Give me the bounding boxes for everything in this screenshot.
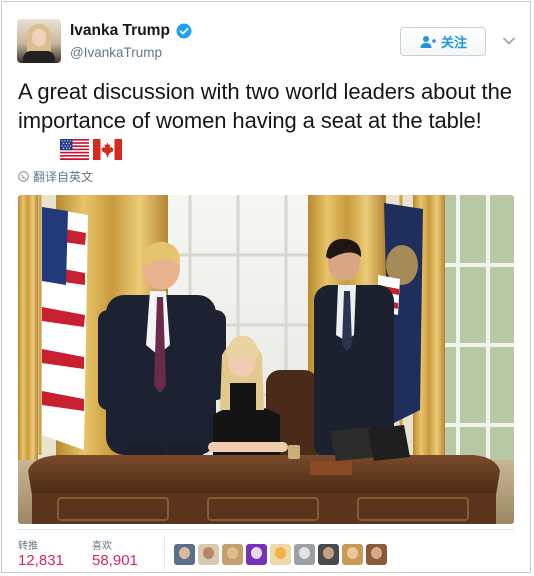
tweet-photo[interactable]	[18, 195, 514, 524]
chevron-down-icon[interactable]	[502, 34, 516, 48]
liker-avatar[interactable]	[366, 544, 387, 565]
likes-count[interactable]: 58,901	[92, 552, 138, 569]
liker-avatar-face	[299, 547, 310, 559]
translate-label: 翻译自英文	[33, 170, 94, 184]
tweet-text: A great discussion with two world leader…	[18, 79, 512, 133]
follow-button[interactable]: 关注	[400, 27, 486, 56]
avatar[interactable]	[17, 19, 61, 63]
avatar-body	[23, 51, 55, 63]
likes-label: 喜欢	[92, 541, 112, 552]
canada-flag-icon	[93, 139, 122, 160]
add-user-icon	[420, 35, 436, 48]
verified-badge-icon	[176, 23, 192, 39]
user-handle[interactable]: @IvankaTrump	[70, 45, 162, 60]
liker-avatar[interactable]	[222, 544, 243, 565]
stats-divider-top	[18, 529, 514, 530]
likers-avatars	[174, 544, 387, 565]
liker-avatar[interactable]	[270, 544, 291, 565]
liker-avatar-face	[227, 547, 238, 559]
liker-avatar[interactable]	[198, 544, 219, 565]
liker-avatar-face	[203, 547, 214, 559]
retweets-count[interactable]: 12,831	[18, 552, 64, 569]
liker-avatar-face	[251, 547, 262, 559]
oval-office-photo	[18, 195, 514, 524]
liker-avatar-face	[323, 547, 334, 559]
us-flag-icon	[60, 139, 89, 160]
liker-avatar[interactable]	[174, 544, 195, 565]
liker-avatar-face	[347, 547, 358, 559]
display-name[interactable]: Ivanka Trump	[70, 22, 170, 40]
liker-avatar-face	[371, 547, 382, 559]
tweet-text-block: A great discussion with two world leader…	[18, 77, 518, 164]
tweet-card: Ivanka Trump @IvankaTrump 关注 A great dis…	[1, 1, 531, 573]
translate-link[interactable]: 翻译自英文	[18, 168, 93, 185]
liker-avatar[interactable]	[342, 544, 363, 565]
liker-avatar-face	[179, 547, 190, 559]
stats-separator	[164, 535, 165, 571]
avatar-face	[32, 29, 46, 46]
globe-icon	[18, 171, 29, 182]
liker-avatar[interactable]	[318, 544, 339, 565]
liker-avatar[interactable]	[294, 544, 315, 565]
name-row: Ivanka Trump	[70, 22, 192, 40]
follow-label: 关注	[440, 35, 467, 50]
retweets-label: 转推	[18, 541, 38, 552]
liker-avatar[interactable]	[246, 544, 267, 565]
liker-avatar-face	[275, 547, 286, 559]
